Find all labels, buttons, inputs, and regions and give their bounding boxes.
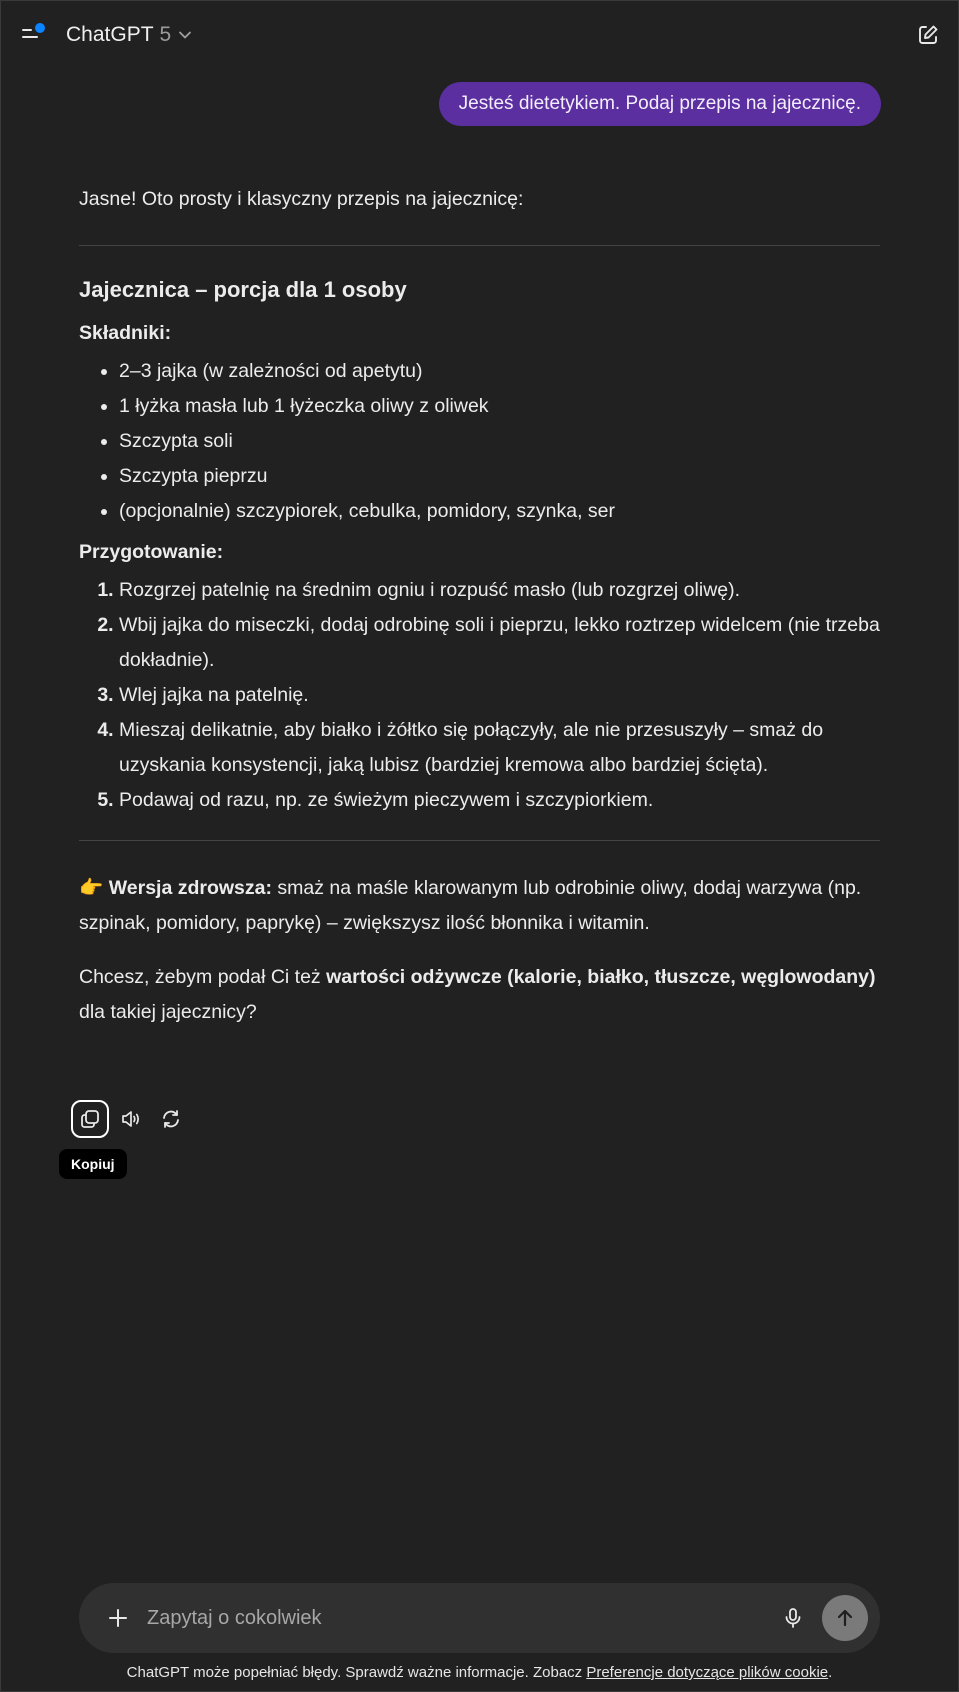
message-actions: [71, 1098, 189, 1140]
menu-icon-bar: [22, 29, 32, 31]
question-text-end: dla takiej jajecznicy?: [79, 1001, 257, 1023]
notification-dot: [35, 23, 45, 33]
user-message-bubble: Jesteś dietetykiem. Podaj przepis na jaj…: [438, 82, 881, 126]
user-message-text: Jesteś dietetykiem. Podaj przepis na jaj…: [458, 93, 861, 114]
question-bold: wartości odżywcze (kalorie, białko, tłus…: [326, 966, 876, 988]
header: ChatGPT 5: [0, 0, 959, 70]
healthier-tip: 👉 Wersja zdrowsza: smaż na maśle klarowa…: [79, 871, 880, 941]
list-item: Podawaj od razu, np. ze świeżym pieczywe…: [119, 783, 880, 818]
disclaimer-footer: ChatGPT może popełniać błędy. Sprawdź wa…: [0, 1664, 959, 1681]
read-aloud-button[interactable]: [113, 1101, 149, 1137]
ingredients-list: 2–3 jajka (w zależności od apetytu) 1 ły…: [79, 354, 880, 529]
list-item: 2–3 jajka (w zależności od apetytu): [119, 354, 880, 389]
preparation-steps: Rozgrzej patelnię na średnim ogniu i roz…: [79, 573, 880, 818]
attach-button[interactable]: [101, 1601, 135, 1635]
send-button[interactable]: [822, 1595, 868, 1641]
chevron-down-icon: [179, 31, 192, 39]
list-item: 1 łyżka masła lub 1 łyżeczka oliwy z oli…: [119, 389, 880, 424]
model-name: ChatGPT: [66, 23, 154, 46]
list-item: Szczypta pieprzu: [119, 459, 880, 494]
follow-up-question: Chcesz, żebym podał Ci też wartości odży…: [79, 960, 880, 1030]
microphone-icon: [785, 1608, 801, 1628]
recipe-title: Jajecznica – porcja dla 1 osoby: [79, 277, 407, 302]
list-item: (opcjonalnie) szczypiorek, cebulka, pomi…: [119, 494, 880, 529]
arrow-up-icon: [837, 1609, 853, 1627]
edit-icon: [919, 25, 938, 44]
assistant-intro: Jasne! Oto prosty i klasyczny przepis na…: [79, 188, 524, 210]
divider: [79, 245, 880, 246]
copy-button[interactable]: [71, 1100, 109, 1138]
list-item: Mieszaj delikatnie, aby białko i żółtko …: [119, 713, 880, 783]
regenerate-button[interactable]: [153, 1101, 189, 1137]
sidebar-toggle-button[interactable]: [18, 20, 48, 48]
refresh-icon: [163, 1110, 179, 1128]
ingredients-label: Składniki:: [79, 322, 172, 344]
disclaimer-end: .: [828, 1664, 833, 1681]
divider: [79, 840, 880, 841]
copy-tooltip: Kopiuj: [59, 1149, 127, 1179]
menu-icon-bar: [22, 36, 38, 38]
list-item: Szczypta soli: [119, 424, 880, 459]
question-text: Chcesz, żebym podał Ci też: [79, 966, 327, 988]
tip-label: Wersja zdrowsza:: [108, 877, 272, 899]
disclaimer-text: ChatGPT może popełniać błędy. Sprawdź wa…: [126, 1664, 587, 1681]
plus-icon: [109, 1609, 127, 1627]
list-item: Wbij jajka do miseczki, dodaj odrobinę s…: [119, 608, 880, 678]
copy-icon: [81, 1110, 99, 1128]
list-item: Wlej jajka na patelnię.: [119, 678, 880, 713]
model-selector[interactable]: ChatGPT 5: [66, 20, 195, 50]
assistant-message: Jasne! Oto prosty i klasyczny przepis na…: [79, 180, 880, 1030]
list-item: Rozgrzej patelnię na średnim ogniu i roz…: [119, 573, 880, 608]
prompt-input[interactable]: [145, 1605, 776, 1631]
speaker-icon: [122, 1111, 139, 1127]
new-chat-button[interactable]: [913, 20, 943, 50]
voice-input-button[interactable]: [776, 1601, 810, 1635]
model-version: 5: [159, 23, 172, 46]
pointing-hand-icon: 👉: [79, 877, 104, 899]
cookie-preferences-link[interactable]: Preferencje dotyczące plików cookie: [586, 1664, 828, 1681]
preparation-label: Przygotowanie:: [79, 541, 224, 563]
composer: [79, 1583, 880, 1653]
